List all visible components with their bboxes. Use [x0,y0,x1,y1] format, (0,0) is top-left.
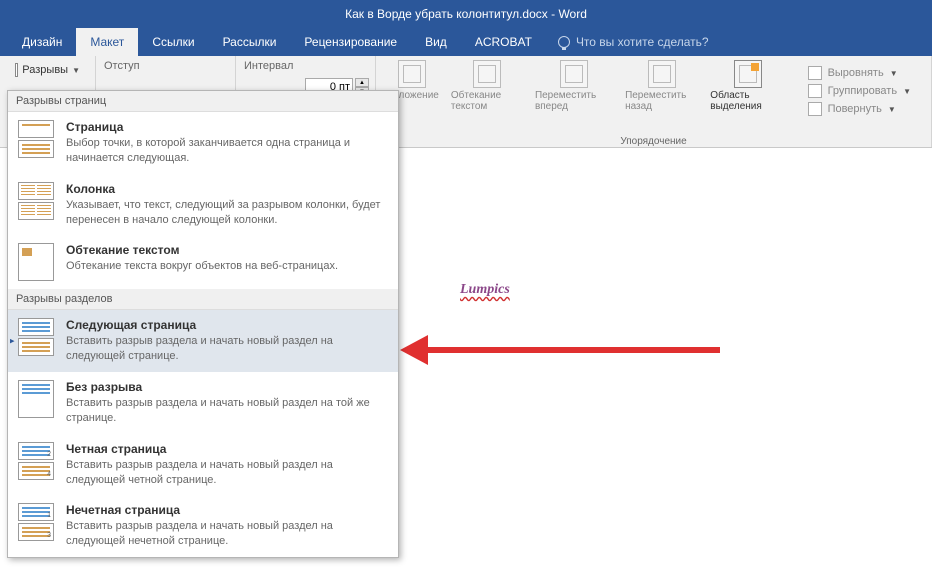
breaks-dropdown: Разрывы страниц Страница Выбор точки, в … [7,90,399,558]
annotation-arrow [400,335,720,365]
section-continuous[interactable]: Без разрыва Вставить разрыв раздела и на… [8,372,398,434]
tab-design[interactable]: Дизайн [8,28,76,56]
arrow-line [424,347,720,353]
breaks-icon [15,63,18,77]
wrap-text-button[interactable]: Обтекание текстом [451,60,523,116]
section-even-page[interactable]: 24 Четная страница Вставить разрыв разде… [8,434,398,496]
arrange-group: Положение Обтекание текстом Переместить … [376,56,932,147]
section-next-page[interactable]: Следующая страница Вставить разрыв разде… [8,310,398,372]
odd-page-icon: 13 [18,503,54,541]
tell-me-search[interactable]: Что вы хотите сделать? [558,28,709,56]
spin-up[interactable]: ▲ [355,78,369,87]
forward-icon [560,60,588,88]
document-title: Как в Ворде убрать колонтитул.docx - Wor… [345,7,587,21]
arrange-group-label: Упорядочение [376,134,931,147]
even-page-icon: 24 [18,442,54,480]
continuous-icon [18,380,54,418]
document-text[interactable]: Lumpics [460,282,510,297]
tell-me-label: Что вы хотите сделать? [576,35,709,49]
tab-references[interactable]: Ссылки [138,28,208,56]
breaks-label: Разрывы [22,64,68,76]
rotate-icon [808,102,822,116]
tab-layout[interactable]: Макет [76,28,138,56]
position-icon [398,60,426,88]
send-backward-button[interactable]: Переместить назад [625,60,698,116]
bulb-icon [558,36,570,48]
dd-header-sections: Разрывы разделов [8,289,398,310]
tab-view[interactable]: Вид [411,28,461,56]
backward-icon [648,60,676,88]
next-page-icon [18,318,54,356]
align-icon [808,66,822,80]
page-break-icon [18,120,54,158]
chevron-down-icon: ▼ [72,66,80,75]
break-column[interactable]: Колонка Указывает, что текст, следующий … [8,174,398,236]
group-button[interactable]: Группировать▼ [808,84,911,98]
title-bar: Как в Ворде убрать колонтитул.docx - Wor… [0,0,932,28]
selection-icon [734,60,762,88]
section-odd-page[interactable]: 13 Нечетная страница Вставить разрыв раз… [8,495,398,557]
break-page[interactable]: Страница Выбор точки, в которой заканчив… [8,112,398,174]
rotate-button[interactable]: Повернуть▼ [808,102,911,116]
selection-pane-button[interactable]: Область выделения [710,60,785,116]
column-break-icon [18,182,54,220]
tab-acrobat[interactable]: ACROBAT [461,28,546,56]
indent-label: Отступ [104,60,227,72]
bring-forward-button[interactable]: Переместить вперед [535,60,613,116]
ribbon-tabs: Дизайн Макет Ссылки Рассылки Рецензирова… [0,28,932,56]
align-button[interactable]: Выровнять▼ [808,66,911,80]
dd-header-pages: Разрывы страниц [8,91,398,112]
group-icon [808,84,822,98]
break-text-wrapping[interactable]: Обтекание текстом Обтекание текста вокру… [8,235,398,289]
tab-mailings[interactable]: Рассылки [209,28,291,56]
wrap-icon [473,60,501,88]
breaks-button[interactable]: Разрывы ▼ [8,60,87,80]
wrap-break-icon [18,243,54,281]
interval-label: Интервал [244,60,367,72]
tab-review[interactable]: Рецензирование [290,28,411,56]
